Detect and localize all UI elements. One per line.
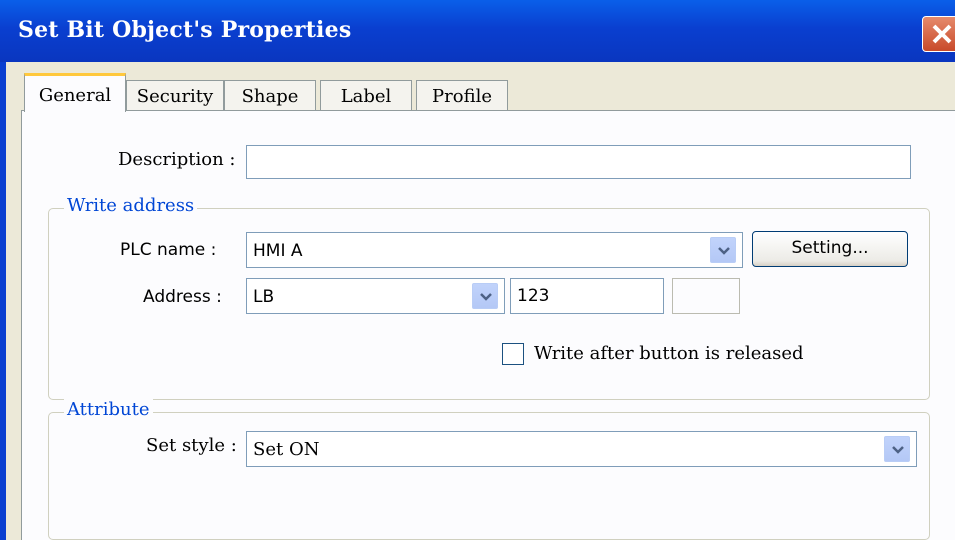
address-label: Address : [143, 287, 222, 307]
title-bar[interactable]: Set Bit Object's Properties [0, 0, 955, 62]
chevron-down-icon [480, 293, 492, 301]
tab-shape-label: Shape [241, 86, 299, 107]
tab-label[interactable]: Label [320, 80, 412, 110]
set-style-dropdown-button[interactable] [884, 436, 910, 462]
tab-shape[interactable]: Shape [224, 80, 316, 110]
attribute-legend: Attribute [64, 399, 153, 420]
address-device-dropdown-button[interactable] [472, 283, 498, 309]
address-value-input[interactable]: 123 [510, 278, 664, 314]
plc-name-select[interactable]: HMI A [246, 232, 743, 268]
close-icon [932, 24, 952, 44]
window-frame-left [0, 62, 6, 540]
tab-profile[interactable]: Profile [416, 80, 508, 110]
set-style-label: Set style : [146, 435, 237, 456]
tab-general-label: General [38, 85, 112, 106]
close-button[interactable] [922, 16, 955, 52]
setting-button[interactable]: Setting... [752, 231, 908, 267]
description-label: Description : [118, 149, 236, 170]
tab-security-label: Security [136, 86, 214, 107]
window-title: Set Bit Object's Properties [18, 17, 352, 43]
general-tab-panel: Description : Write address PLC name : H… [21, 110, 955, 540]
description-input[interactable] [246, 145, 911, 179]
tab-security[interactable]: Security [126, 80, 224, 110]
setting-button-label: Setting... [791, 238, 869, 258]
set-style-select[interactable]: Set ON [246, 431, 917, 467]
tab-label-label: Label [340, 86, 392, 107]
tab-profile-label: Profile [432, 86, 492, 107]
write-address-legend: Write address [64, 195, 198, 216]
plc-name-label: PLC name : [120, 240, 217, 260]
address-extra-field [672, 278, 740, 314]
address-device-select[interactable]: LB [246, 278, 505, 314]
set-style-value: Set ON [253, 439, 320, 460]
write-after-release-checkbox[interactable] [502, 343, 524, 365]
address-device-value: LB [253, 287, 275, 307]
plc-name-dropdown-button[interactable] [710, 237, 736, 263]
tab-general[interactable]: General [24, 73, 126, 112]
plc-name-value: HMI A [253, 241, 303, 261]
chevron-down-icon [892, 446, 904, 454]
write-after-release-label: Write after button is released [534, 343, 804, 364]
chevron-down-icon [718, 247, 730, 255]
